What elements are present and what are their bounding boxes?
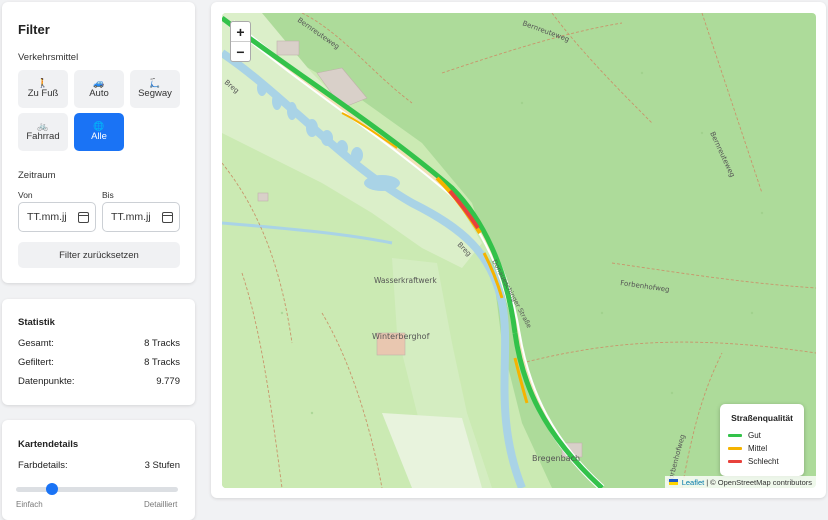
- mode-button-segway[interactable]: 🛴 Segway: [130, 70, 180, 108]
- reset-filter-button[interactable]: Filter zurücksetzen: [18, 242, 180, 268]
- attribution-separator: |: [706, 477, 709, 487]
- slider-max-label: Detailliert: [144, 500, 178, 509]
- globe-icon: 🌐: [93, 121, 105, 131]
- calendar-icon[interactable]: [78, 212, 89, 223]
- walking-icon: 🚶: [37, 78, 49, 88]
- mode-label-walk: Zu Fuß: [27, 88, 59, 99]
- scooter-icon: 🛴: [149, 78, 161, 88]
- stat-value: 9.779: [156, 376, 180, 387]
- bicycle-icon: 🚲: [37, 121, 49, 131]
- legend-title: Straßenqualität: [731, 413, 793, 423]
- stat-label: Gefiltert:: [18, 357, 54, 368]
- mode-label-car: Auto: [89, 88, 109, 99]
- map-attribution: Leaflet | © OpenStreetMap contributors: [664, 476, 816, 488]
- map-label-winterberghof: Winterberghof: [372, 332, 430, 341]
- to-label: Bis: [102, 190, 114, 200]
- osm-attribution: © OpenStreetMap contributors: [710, 477, 812, 487]
- mode-label-all: Alle: [91, 131, 107, 142]
- from-label: Von: [18, 190, 33, 200]
- stat-row-datapoints: Datenpunkte: 9.779: [18, 376, 180, 387]
- mode-button-walk[interactable]: 🚶 Zu Fuß: [18, 70, 68, 108]
- calendar-icon[interactable]: [162, 212, 173, 223]
- stat-value: 8 Tracks: [144, 357, 180, 368]
- stat-row-filtered: Gefiltert: 8 Tracks: [18, 357, 180, 368]
- mode-label-segway: Segway: [138, 88, 172, 99]
- zoom-control: + −: [230, 21, 251, 62]
- from-date-value: TT.mm.jj: [27, 211, 67, 223]
- map-details-title: Kartendetails: [18, 439, 79, 450]
- ukraine-flag-icon: [668, 479, 678, 485]
- filter-title: Filter: [18, 22, 50, 37]
- mode-button-all[interactable]: 🌐 Alle: [74, 113, 124, 151]
- color-detail-label: Farbdetails:: [18, 460, 68, 471]
- legend-swatch: [728, 447, 742, 450]
- legend-item-bad: Schlecht: [728, 455, 796, 468]
- color-detail-slider[interactable]: [16, 487, 178, 492]
- mode-button-car[interactable]: 🚙 Auto: [74, 70, 124, 108]
- legend-label: Gut: [748, 431, 761, 440]
- statistics-card: Statistik Gesamt: 8 Tracks Gefiltert: 8 …: [2, 299, 195, 405]
- map-label-wasserkraftwerk: Wasserkraftwerk: [374, 276, 437, 285]
- car-icon: 🚙: [93, 78, 105, 88]
- mode-label-bicycle: Fahrrad: [26, 131, 60, 142]
- from-date-input[interactable]: TT.mm.jj: [18, 202, 96, 232]
- legend-item-medium: Mittel: [728, 442, 796, 455]
- to-date-input[interactable]: TT.mm.jj: [102, 202, 180, 232]
- mode-button-bicycle[interactable]: 🚲 Fahrrad: [18, 113, 68, 151]
- stat-value: 8 Tracks: [144, 338, 180, 349]
- timespan-label: Zeitraum: [18, 170, 56, 181]
- sidebar: Filter Verkehrsmittel 🚶 Zu Fuß 🚙 Auto 🛴 …: [0, 0, 197, 520]
- color-detail-value: 3 Stufen: [144, 460, 180, 471]
- leaflet-link[interactable]: Leaflet: [682, 478, 705, 487]
- filter-card: Filter Verkehrsmittel 🚶 Zu Fuß 🚙 Auto 🛴 …: [2, 2, 195, 283]
- legend-label: Schlecht: [748, 457, 779, 466]
- stat-label: Gesamt:: [18, 338, 54, 349]
- legend-swatch: [728, 434, 742, 437]
- legend-item-good: Gut: [728, 429, 796, 442]
- map-label-bregenbach: Bregenbach: [532, 454, 580, 463]
- transport-label: Verkehrsmittel: [18, 52, 79, 63]
- color-detail-row: Farbdetails: 3 Stufen: [18, 460, 180, 471]
- slider-handle[interactable]: [45, 483, 58, 495]
- legend-swatch: [728, 460, 742, 463]
- zoom-in-button[interactable]: +: [231, 22, 250, 42]
- statistics-title: Statistik: [18, 317, 55, 328]
- stat-row-total: Gesamt: 8 Tracks: [18, 338, 180, 349]
- to-date-value: TT.mm.jj: [111, 211, 151, 223]
- stat-label: Datenpunkte:: [18, 376, 75, 387]
- zoom-out-button[interactable]: −: [231, 42, 250, 62]
- slider-min-label: Einfach: [16, 500, 43, 509]
- legend-label: Mittel: [748, 444, 768, 453]
- road-quality-legend: Straßenqualität Gut Mittel Schlecht: [720, 404, 804, 476]
